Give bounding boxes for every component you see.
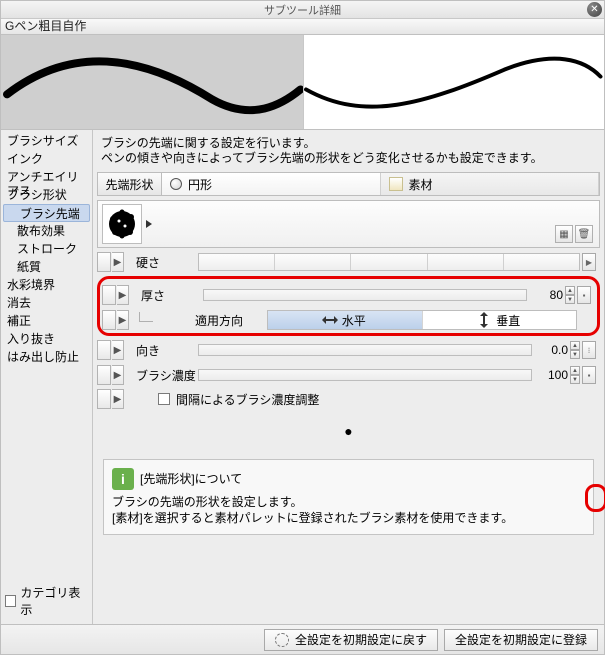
density-disclose-icon[interactable]: ▶ bbox=[112, 365, 124, 385]
hardness-arrow-right[interactable]: ▶ bbox=[582, 253, 596, 271]
reset-all-button[interactable]: 全設定を初期設定に戻す bbox=[264, 629, 438, 651]
apply-dir-vertical[interactable]: 垂直 bbox=[423, 311, 577, 329]
highlight-annotation: ▶ 厚さ 80 ▲▼ ▪ ▶ 適用方向 水平 bbox=[97, 276, 600, 336]
tool-name: Gペン粗目自作 bbox=[1, 19, 604, 35]
info-box: i [先端形状]について ブラシの先端の形状を設定します。 [素材]を選択すると… bbox=[103, 459, 594, 535]
thickness-stepper[interactable]: ▲▼ bbox=[565, 286, 575, 304]
circle-icon bbox=[170, 178, 182, 190]
density-gap-disclose-icon[interactable]: ▶ bbox=[112, 389, 124, 409]
direction-stepper[interactable]: ▲▼ bbox=[570, 341, 580, 359]
brush-tip-next-icon[interactable] bbox=[146, 220, 152, 228]
hardness-selector[interactable] bbox=[198, 253, 580, 271]
sidebar-item-9[interactable]: 消去 bbox=[1, 294, 92, 312]
brush-tip-add[interactable]: ▦ bbox=[555, 225, 573, 243]
sidebar-item-10[interactable]: 補正 bbox=[1, 312, 92, 330]
apply-dir-horizontal[interactable]: 水平 bbox=[268, 311, 423, 329]
density-row: ▶ ブラシ濃度 100 ▲▼ ▪ bbox=[97, 364, 600, 386]
recycle-icon bbox=[275, 633, 289, 647]
density-gap-label: 間隔によるブラシ濃度調整 bbox=[176, 391, 319, 408]
tree-line-icon bbox=[139, 312, 153, 322]
sidebar-item-4[interactable]: ブラシ先端 bbox=[3, 204, 90, 222]
density-label: ブラシ濃度 bbox=[128, 367, 198, 384]
thickness-disclose-icon[interactable]: ▶ bbox=[117, 285, 129, 305]
density-gap-checkbox[interactable] bbox=[158, 393, 170, 405]
brush-tip-preview-row: ▦ 🗑 bbox=[97, 200, 600, 248]
density-extra[interactable]: ▪ bbox=[582, 366, 596, 384]
density-slider[interactable] bbox=[198, 369, 532, 381]
brush-tip-swatch[interactable] bbox=[102, 204, 142, 244]
density-toggle[interactable] bbox=[97, 365, 111, 385]
info-title-text: [先端形状]について bbox=[140, 471, 242, 487]
density-gap-row: ▶ 間隔によるブラシ濃度調整 bbox=[97, 389, 600, 409]
thickness-slider[interactable] bbox=[203, 289, 527, 301]
category-display-label: カテゴリ表示 bbox=[20, 584, 88, 618]
density-stepper[interactable]: ▲▼ bbox=[570, 366, 580, 384]
hardness-disclose-icon[interactable]: ▶ bbox=[112, 252, 124, 272]
footer: 全設定を初期設定に戻す 全設定を初期設定に登録 bbox=[1, 624, 604, 654]
titlebar: サブツール詳細 ✕ bbox=[1, 1, 604, 19]
direction-label: 向き bbox=[128, 342, 198, 359]
thickness-row: ▶ 厚さ 80 ▲▼ ▪ bbox=[102, 284, 595, 306]
sidebar-item-7[interactable]: 紙質 bbox=[1, 258, 92, 276]
tip-shape-circle[interactable]: 円形 bbox=[162, 173, 381, 195]
sidebar-item-6[interactable]: ストローク bbox=[1, 240, 92, 258]
thickness-toggle[interactable] bbox=[102, 285, 116, 305]
direction-row: ▶ 向き 0.0 ▲▼ ⁝ bbox=[97, 339, 600, 361]
tip-shape-row: 先端形状 円形 素材 bbox=[97, 172, 600, 196]
brush-tip-delete[interactable]: 🗑 bbox=[575, 225, 593, 243]
info-icon: i bbox=[112, 468, 134, 490]
sidebar-item-2[interactable]: アンチエイリアス bbox=[1, 168, 92, 186]
sidebar-item-12[interactable]: はみ出し防止 bbox=[1, 348, 92, 366]
density-value: 100 bbox=[536, 368, 570, 382]
direction-extra[interactable]: ⁝ bbox=[582, 341, 596, 359]
sidebar-item-0[interactable]: ブラシサイズ bbox=[1, 132, 92, 150]
category-sidebar: ブラシサイズインクアンチエイリアスブラシ形状ブラシ先端散布効果ストローク紙質水彩… bbox=[1, 130, 93, 624]
sidebar-item-11[interactable]: 入り抜き bbox=[1, 330, 92, 348]
register-all-button[interactable]: 全設定を初期設定に登録 bbox=[444, 629, 598, 651]
sidebar-item-5[interactable]: 散布効果 bbox=[1, 222, 92, 240]
horizontal-icon bbox=[324, 314, 336, 326]
sidebar-item-8[interactable]: 水彩境界 bbox=[1, 276, 92, 294]
tip-shape-label: 先端形状 bbox=[98, 173, 162, 195]
sidebar-item-3[interactable]: ブラシ形状 bbox=[1, 186, 92, 204]
direction-value: 0.0 bbox=[536, 343, 570, 357]
hardness-label: 硬さ bbox=[128, 254, 198, 271]
direction-toggle[interactable] bbox=[97, 340, 111, 360]
brush-dot-preview: ● bbox=[97, 423, 600, 439]
thickness-label: 厚さ bbox=[133, 287, 203, 304]
hardness-toggle[interactable] bbox=[97, 252, 111, 272]
material-icon bbox=[389, 177, 403, 191]
thickness-value: 80 bbox=[531, 288, 565, 302]
thickness-extra[interactable]: ▪ bbox=[577, 286, 591, 304]
direction-disclose-icon[interactable]: ▶ bbox=[112, 340, 124, 360]
apply-dir-label: 適用方向 bbox=[157, 312, 267, 329]
apply-direction-row: ▶ 適用方向 水平 垂直 bbox=[102, 309, 595, 331]
vertical-icon bbox=[478, 314, 490, 326]
apply-dir-disclose-icon[interactable]: ▶ bbox=[117, 310, 129, 330]
description: ブラシの先端に関する設定を行います。 ペンの傾きや向きによってブラシ先端の形状を… bbox=[97, 134, 600, 172]
apply-dir-toggle[interactable] bbox=[102, 310, 116, 330]
category-display-checkbox[interactable] bbox=[5, 595, 16, 607]
brush-preview bbox=[1, 35, 604, 130]
close-icon[interactable]: ✕ bbox=[587, 2, 602, 17]
sidebar-item-1[interactable]: インク bbox=[1, 150, 92, 168]
density-gap-toggle[interactable] bbox=[97, 389, 111, 409]
direction-slider[interactable] bbox=[198, 344, 532, 356]
hardness-row: ▶ 硬さ ▶ bbox=[97, 251, 600, 273]
tip-shape-material[interactable]: 素材 bbox=[381, 173, 600, 195]
window-title: サブツール詳細 bbox=[264, 2, 341, 18]
highlight-annotation-right bbox=[585, 484, 605, 512]
